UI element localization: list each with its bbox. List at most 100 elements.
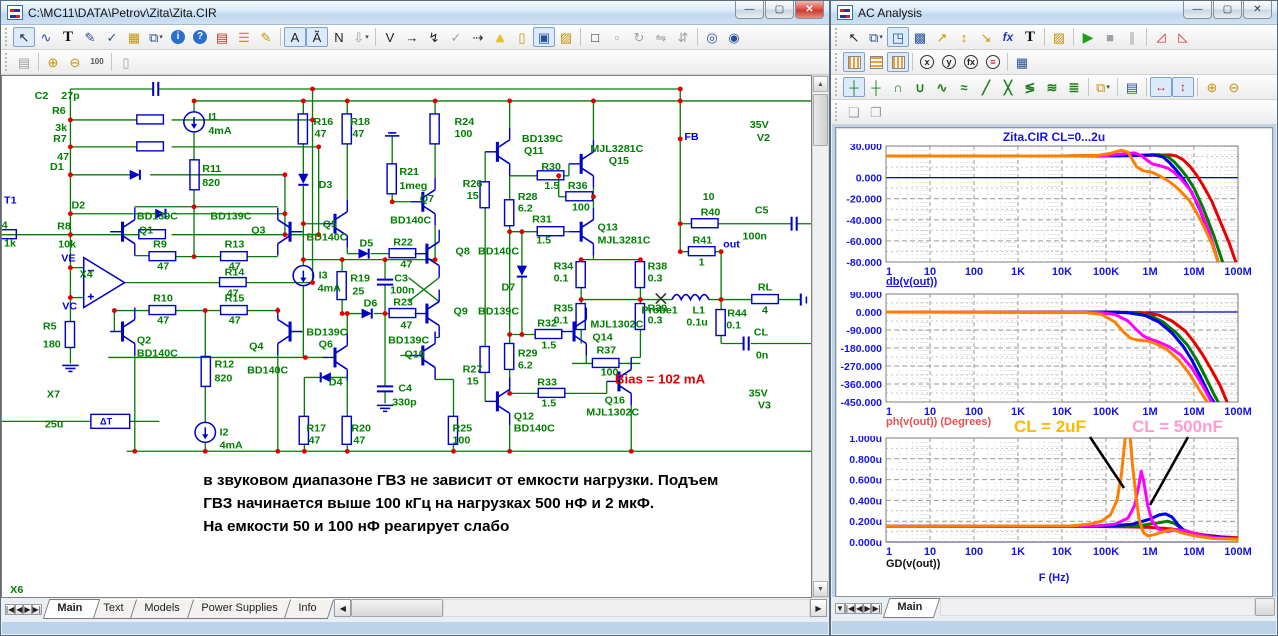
show-attribute-text-icon[interactable]: A xyxy=(284,27,306,47)
panel-horizontal-stripes-icon[interactable] xyxy=(865,52,887,72)
y-range-mode-icon[interactable]: ↕ xyxy=(1172,77,1194,97)
panel-vertical-stripes-icon[interactable] xyxy=(843,52,865,72)
show-warnings-icon[interactable]: ▲ xyxy=(489,27,511,47)
go-to-low-icon[interactable]: ≈ xyxy=(953,77,975,97)
flip-vertical-icon[interactable]: ⇵ xyxy=(672,27,694,47)
rotate-icon[interactable]: ↻ xyxy=(628,27,650,47)
nav-button-1[interactable]: |◀ xyxy=(845,603,855,614)
pan-mode-icon[interactable]: ↘ xyxy=(975,27,997,47)
x-axis-settings-icon[interactable]: x xyxy=(916,52,938,72)
show-border-icon[interactable]: ▯ xyxy=(511,27,533,47)
go-to-peak-icon[interactable]: ∩ xyxy=(887,77,909,97)
stop-icon[interactable]: ■ xyxy=(1099,27,1121,47)
panel-overlay-stripes-icon[interactable] xyxy=(887,52,909,72)
clipboard-dropdown-icon[interactable]: ⧉▾ xyxy=(145,27,167,47)
minimize-button[interactable]: — xyxy=(735,1,764,19)
show-grid-text-icon[interactable]: Ã xyxy=(306,27,328,47)
go-to-valley-icon[interactable]: ∪ xyxy=(909,77,931,97)
line-mode-icon[interactable]: ✎ xyxy=(79,27,101,47)
scale-mode-icon[interactable]: ↗ xyxy=(931,27,953,47)
info-mode-icon[interactable]: i xyxy=(167,27,189,47)
zoom-y-mode-icon[interactable]: ↕ xyxy=(953,27,975,47)
go-to-high-icon[interactable]: ∿ xyxy=(931,77,953,97)
nav-button-0[interactable]: ▼ xyxy=(835,603,845,614)
cursor-mode-icon[interactable]: ┼ xyxy=(843,77,865,97)
tab-main[interactable]: Main xyxy=(882,598,940,618)
copy-dropdown-icon[interactable]: ⧉▾ xyxy=(865,27,887,47)
pause-icon[interactable]: ∥ xyxy=(1121,27,1143,47)
maximize-button[interactable]: ▢ xyxy=(1213,1,1242,19)
minimize-button[interactable]: — xyxy=(1183,1,1212,19)
phase-plot[interactable]: 90.0000.000-90.000-180.000-270.000-360.0… xyxy=(836,292,1272,416)
properties-icon[interactable]: ▨ xyxy=(555,27,577,47)
nav-button-3[interactable]: ▶| xyxy=(32,604,42,615)
text-mode-icon[interactable]: T xyxy=(1019,27,1041,47)
show-currents-icon[interactable]: → xyxy=(401,27,423,47)
nav-button-0[interactable]: |◀ xyxy=(5,604,15,615)
plot-properties-icon[interactable]: ▨ xyxy=(1048,27,1070,47)
curve-branch-icon[interactable]: ≣ xyxy=(1063,77,1085,97)
fx-axis-settings-icon[interactable]: fx xyxy=(960,52,982,72)
analysis-titlebar[interactable]: AC Analysis — ▢ ✕ xyxy=(831,1,1277,25)
copy-to-clipboard-icon[interactable]: ⧉▾ xyxy=(1092,77,1114,97)
edit-notes-icon[interactable]: ✎ xyxy=(255,27,277,47)
go-to-slope-icon[interactable]: ╱ xyxy=(975,77,997,97)
plot-hscroll-thumb[interactable] xyxy=(1255,598,1275,616)
gray-paste-icon[interactable]: ⇩▾ xyxy=(350,27,372,47)
wire-mode-icon[interactable]: ∿ xyxy=(35,27,57,47)
zoom-in-icon[interactable]: ⊕ xyxy=(1201,77,1223,97)
show-conditions-icon[interactable]: ✓ xyxy=(445,27,467,47)
region-box-icon[interactable]: □ xyxy=(584,27,606,47)
x-range-mode-icon[interactable]: ↔ xyxy=(1150,77,1172,97)
plot-panel[interactable]: Zita.CIR CL=0...2u 30.0000.000-20.000-40… xyxy=(835,127,1273,597)
region-inactive-icon[interactable]: ▫ xyxy=(606,27,628,47)
scroll-down-icon[interactable]: ▼ xyxy=(813,581,828,597)
tab-power-supplies[interactable]: Power Supplies xyxy=(186,599,295,619)
y-axis-settings-icon[interactable]: y xyxy=(938,52,960,72)
flip-horizontal-icon[interactable]: ⇋ xyxy=(650,27,672,47)
curve-family-icon[interactable]: ≋ xyxy=(1041,77,1063,97)
text-page-icon[interactable]: ☰ xyxy=(233,27,255,47)
show-node-numbers-icon[interactable]: N xyxy=(328,27,350,47)
hscroll-left-icon[interactable]: ◀ xyxy=(334,599,351,617)
nav-button-2[interactable]: ▶ xyxy=(23,604,31,615)
select-box-mode-icon[interactable]: ▣ xyxy=(533,27,555,47)
find-icon[interactable]: ◎ xyxy=(701,27,723,47)
select-tool-icon[interactable]: ↖ xyxy=(843,27,865,47)
model-editor-icon[interactable]: ▤ xyxy=(211,27,233,47)
info-pane-icon[interactable]: ▤ xyxy=(13,52,35,72)
hscroll-thumb[interactable] xyxy=(351,599,443,617)
scroll-up-icon[interactable]: ▲ xyxy=(813,76,828,92)
run-icon[interactable]: ▶ xyxy=(1077,27,1099,47)
zoom-percent-icon[interactable]: 100 xyxy=(86,52,108,72)
schematic-canvas[interactable]: C227pR63kR747D1D2R810kR41kT1VEX4VCR5180X… xyxy=(1,75,812,598)
nav-button-4[interactable]: ▶| xyxy=(871,603,881,614)
select-tool-icon[interactable]: ↖ xyxy=(13,27,35,47)
stepping-dialog-icon[interactable]: ◺ xyxy=(1172,27,1194,47)
find-next-icon[interactable]: ◉ xyxy=(723,27,745,47)
db-plot[interactable]: 30.0000.000-20.000-40.000-60.000-80.0001… xyxy=(836,144,1272,276)
show-pin-connections-icon[interactable]: ⇢ xyxy=(467,27,489,47)
watch-list-icon[interactable]: ▤ xyxy=(1121,77,1143,97)
scroll-thumb[interactable] xyxy=(813,94,828,146)
zoom-window-mode-icon[interactable]: ◳ xyxy=(887,27,909,47)
tab-main[interactable]: Main xyxy=(43,599,101,619)
text-mode-icon[interactable]: T xyxy=(57,27,79,47)
help-mode-icon[interactable]: ? xyxy=(189,27,211,47)
close-button[interactable]: ✕ xyxy=(1243,1,1272,19)
spline-mode-icon[interactable]: ✓ xyxy=(101,27,123,47)
schematic-titlebar[interactable]: C:\MC11\DATA\Petrov\Zita\Zita.CIR — ▢ ✕ xyxy=(1,1,829,25)
zoom-out-icon[interactable]: ⊖ xyxy=(64,52,86,72)
page-view-icon[interactable]: ▯ xyxy=(115,52,137,72)
zoom-in-icon[interactable]: ⊕ xyxy=(42,52,64,72)
cursor-track-icon[interactable]: ┼ xyxy=(865,77,887,97)
maximize-button[interactable]: ▢ xyxy=(765,1,794,19)
cascade-windows-icon[interactable]: ❏ xyxy=(843,102,865,122)
go-to-inflection-icon[interactable]: ╳ xyxy=(997,77,1019,97)
horizontal-scrollbar[interactable]: ◀ ▶ xyxy=(334,599,827,617)
show-power-icon[interactable]: ↯ xyxy=(423,27,445,47)
graph-properties-icon[interactable]: ▩ xyxy=(909,27,931,47)
tab-info[interactable]: Info xyxy=(284,599,335,619)
vertical-scrollbar[interactable]: ▲ ▼ xyxy=(812,75,829,598)
close-button[interactable]: ✕ xyxy=(795,1,824,19)
